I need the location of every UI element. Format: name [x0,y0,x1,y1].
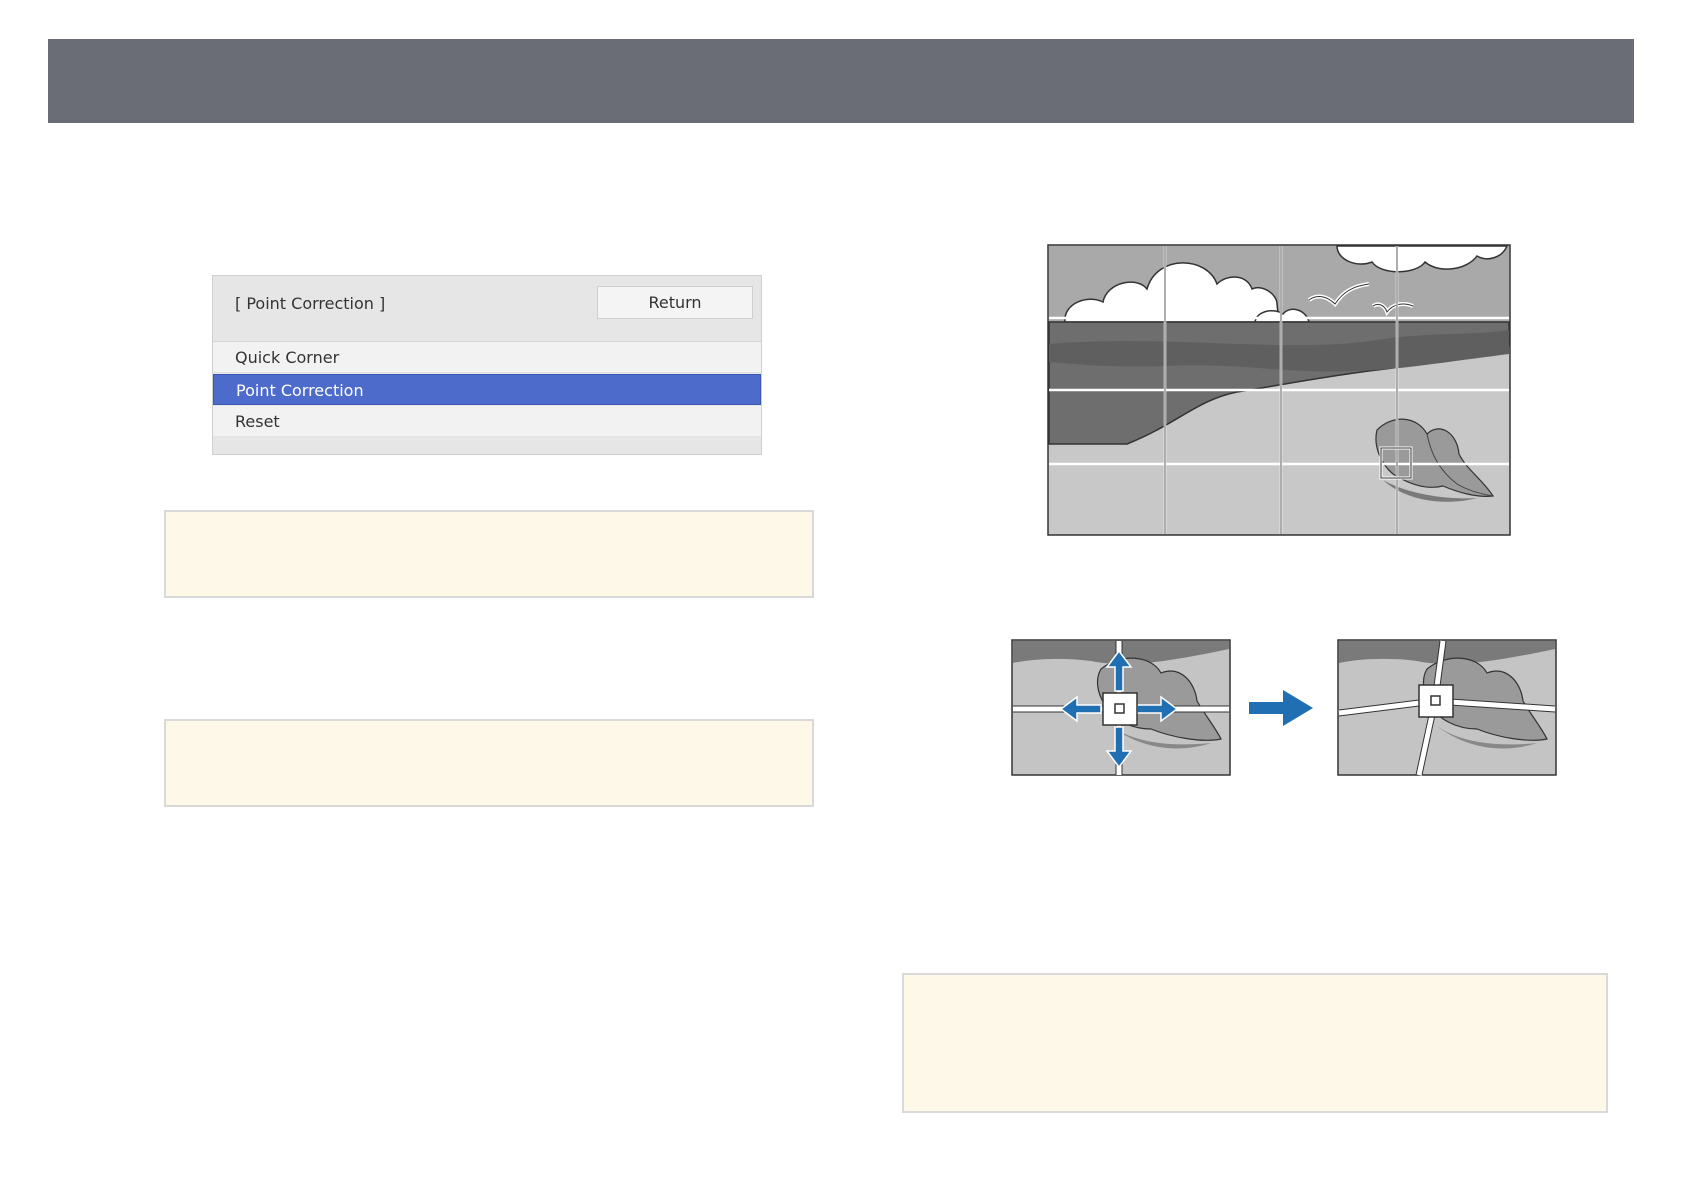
arrow-right-large-icon [1249,690,1313,726]
menu-item-point-correction[interactable]: Point Correction [213,374,761,405]
note-box [164,510,814,598]
projected-image-grid [1047,244,1511,536]
menu-header: [ Point Correction ] Return [213,276,761,342]
return-button[interactable]: Return [597,286,753,319]
header-bar [48,39,1634,123]
menu-item-reset[interactable]: Reset [213,406,761,437]
point-correction-menu: [ Point Correction ] Return Quick Corner… [212,275,762,455]
point-adjust-after [1337,639,1557,776]
note-box [902,973,1608,1113]
menu-footer [213,439,761,454]
menu-title: [ Point Correction ] [235,294,386,313]
note-box [164,719,814,807]
point-adjust-before [1011,639,1231,776]
menu-item-quick-corner[interactable]: Quick Corner [213,342,761,373]
